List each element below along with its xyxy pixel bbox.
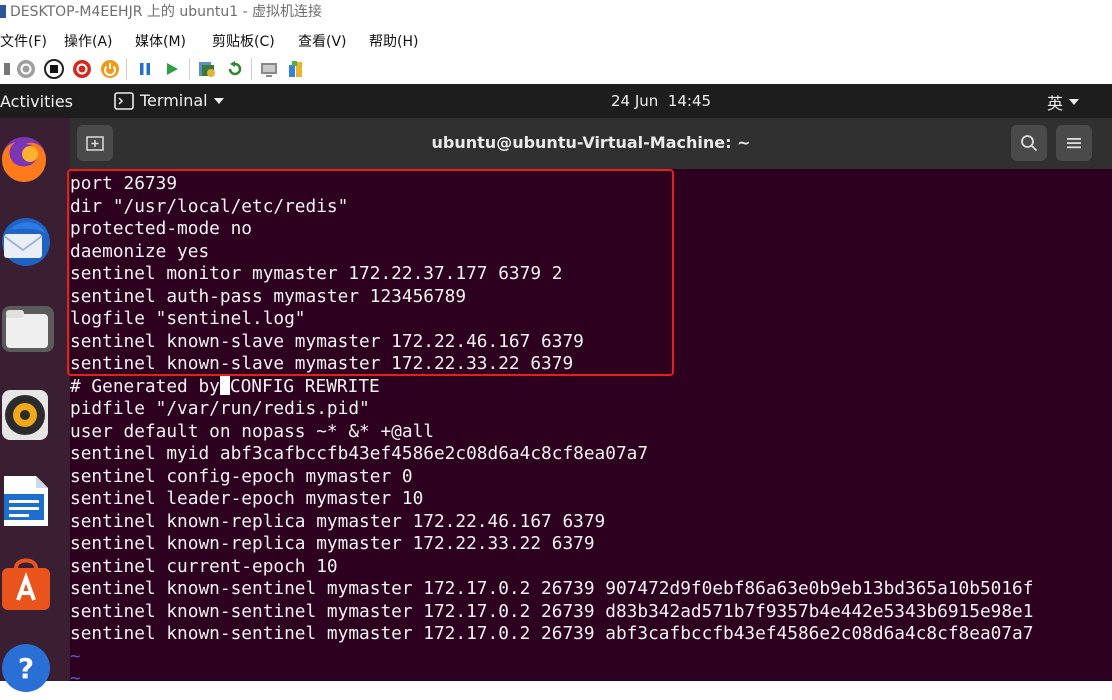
input-method-menu[interactable]: 英	[1047, 90, 1080, 114]
terminal-line-part: CONFIG REWRITE	[229, 375, 380, 397]
software-icon[interactable]	[0, 556, 56, 612]
toolbar-separator	[189, 58, 190, 80]
power-icon[interactable]	[99, 58, 121, 80]
hamburger-menu-icon	[1067, 138, 1081, 149]
terminal-line: sentinel current-epoch 10	[70, 555, 338, 577]
menu-action[interactable]: 操作(A)	[64, 31, 113, 51]
firefox-icon[interactable]	[0, 130, 56, 186]
terminal-line: sentinel leader-epoch mymaster 10	[70, 488, 424, 509]
menu-media[interactable]: 媒体(M)	[135, 31, 186, 51]
terminal-line: sentinel known-sentinel mymaster 172.17.…	[70, 600, 1034, 622]
vim-empty-line: ~	[70, 668, 81, 689]
clock[interactable]: 24 Jun 14:45	[611, 92, 711, 110]
chevron-down-icon	[213, 97, 224, 104]
text-cursor	[219, 375, 230, 395]
search-button[interactable]	[1011, 125, 1047, 161]
hamburger-menu-button[interactable]	[1056, 125, 1092, 161]
terminal-line: sentinel config-epoch mymaster 0	[70, 465, 413, 487]
toolbar-separator	[251, 58, 252, 80]
terminal-line: user default on nopass ~* &* +@all	[70, 420, 434, 442]
terminal-line: sentinel known-sentinel mymaster 172.17.…	[70, 578, 1034, 599]
shutdown-icon[interactable]	[71, 58, 93, 80]
writer-icon[interactable]	[0, 470, 56, 526]
app-icon	[0, 5, 6, 18]
thunderbird-icon[interactable]	[0, 212, 56, 268]
menu-file[interactable]: 文件(F)	[0, 31, 47, 51]
vim-empty-line: ~	[70, 645, 81, 667]
help-icon[interactable]: ?	[0, 640, 56, 696]
play-icon[interactable]	[161, 58, 183, 80]
dock: ?	[0, 118, 70, 692]
terminal-line: sentinel myid abf3cafbccfb43ef4586e2c08d…	[70, 443, 649, 464]
window-title: DESKTOP-M4EEHJR 上的 ubuntu1 - 虚拟机连接	[10, 4, 323, 20]
terminal-title: ubuntu@ubuntu-Virtual-Machine: ~	[431, 133, 751, 152]
terminal-headerbar: ubuntu@ubuntu-Virtual-Machine: ~	[70, 118, 1112, 169]
terminal-line-part: # Generated by	[70, 375, 220, 397]
menu-help[interactable]: 帮助(H)	[369, 31, 418, 51]
terminal-icon	[114, 91, 134, 110]
files-icon[interactable]	[0, 300, 56, 356]
start-icon[interactable]	[15, 58, 37, 80]
terminal-line: sentinel known-replica mymaster 172.22.3…	[70, 533, 595, 554]
chevron-down-icon	[1069, 99, 1080, 105]
pause-icon[interactable]	[134, 58, 156, 80]
menu-bar: 文件(F) 操作(A) 媒体(M) 剪贴板(C) 查看(V) 帮助(H)	[0, 24, 1112, 54]
rhythmbox-icon[interactable]	[0, 386, 56, 442]
terminal-line-with-cursor: # Generated by CONFIG REWRITE	[70, 375, 380, 399]
activities-button[interactable]: Activities	[0, 92, 73, 111]
toolbar-separator	[126, 58, 127, 80]
terminal-app-label: Terminal	[140, 91, 208, 110]
terminal-line: sentinel known-replica mymaster 172.22.4…	[70, 510, 606, 532]
stop-icon[interactable]	[43, 58, 65, 80]
highlight-box	[67, 169, 674, 376]
gnome-top-bar: Activities Terminal 24 Jun 14:45 英	[0, 84, 1112, 118]
search-icon	[1021, 135, 1038, 152]
revert-icon[interactable]	[224, 58, 246, 80]
terminal-line: pidfile "/var/run/redis.pid"	[70, 398, 370, 419]
input-method-label: 英	[1047, 94, 1064, 113]
share-icon[interactable]	[285, 58, 307, 80]
toolbar	[0, 54, 1112, 85]
checkpoint-icon[interactable]	[196, 58, 218, 80]
window-titlebar: DESKTOP-M4EEHJR 上的 ubuntu1 - 虚拟机连接	[0, 0, 1112, 24]
menu-view[interactable]: 查看(V)	[298, 31, 347, 51]
terminal-line: sentinel known-sentinel mymaster 172.17.…	[70, 623, 1034, 644]
enhanced-session-icon[interactable]	[258, 58, 280, 80]
svg-text:?: ?	[18, 652, 34, 685]
terminal-app-menu[interactable]: Terminal	[114, 91, 224, 110]
menu-clipboard[interactable]: 剪贴板(C)	[212, 31, 275, 51]
